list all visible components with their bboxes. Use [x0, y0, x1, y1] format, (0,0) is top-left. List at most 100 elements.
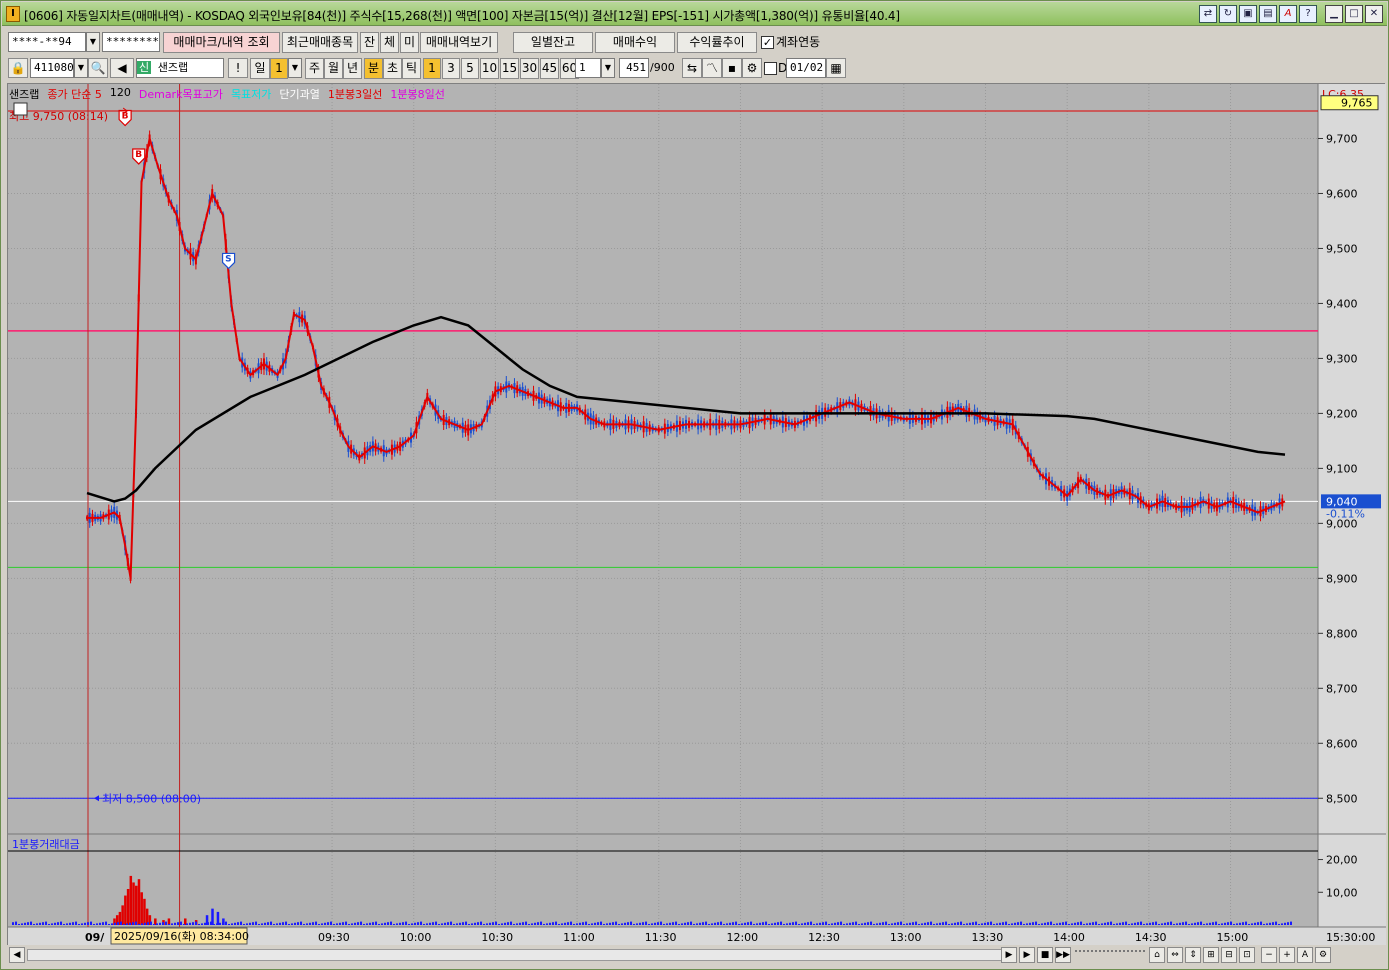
screen-icon[interactable]: ▣: [1239, 5, 1257, 23]
zoom-a-icon[interactable]: ⌂: [1149, 947, 1165, 963]
count-dropdown-icon[interactable]: ▼: [601, 58, 615, 78]
fast-forward-icon[interactable]: ▶▶: [1055, 947, 1071, 963]
font-icon[interactable]: A: [1279, 5, 1297, 23]
period-minute-button[interactable]: 분: [364, 58, 383, 79]
recent-stock-button[interactable]: 최근매매종목: [282, 32, 358, 53]
trade-history-button[interactable]: 매매내역보기: [420, 32, 498, 53]
volume-bar-small: [210, 921, 212, 925]
minimize-button[interactable]: ▁: [1325, 5, 1343, 23]
trade-mark-query-button[interactable]: 매매마크/내역 조회: [163, 32, 280, 53]
legend-item[interactable]: 1분봉3일선: [328, 86, 382, 101]
calendar-icon[interactable]: ▦: [826, 58, 846, 78]
zoom-c-icon[interactable]: ⇕: [1185, 947, 1201, 963]
title-bar[interactable]: I [0606] 자동일지차트(매매내역) - KOSDAQ 외국인보유[84(…: [2, 2, 1387, 26]
tab-unfilled[interactable]: 미: [400, 32, 419, 53]
interval-30-button[interactable]: 30: [520, 58, 539, 79]
price-chart[interactable]: 09:30 10:00 10:30 11:00 11:30 12:00 12:30 13:00…: [8, 84, 1386, 946]
period-week-button[interactable]: 주: [305, 58, 324, 79]
zoom-e-icon[interactable]: ⊟: [1221, 947, 1237, 963]
interval-1-button[interactable]: 1: [423, 58, 441, 79]
volume-bar-small: [1047, 922, 1049, 925]
chart-scrollbar[interactable]: ◀ ▶ ▶ ■ ▶▶ ⌂ ⇔ ⇕ ⊞ ⊟ ⊡ − + A ⚙: [7, 946, 1385, 965]
period-dropdown-icon[interactable]: ▼: [288, 58, 302, 78]
price-tick-label: 9,700: [1326, 132, 1358, 145]
period-tick-button[interactable]: 틱: [402, 58, 421, 79]
volume-bar-small: [921, 923, 923, 925]
settings-icon[interactable]: ⚙: [742, 58, 762, 78]
volume-bar-small: [429, 922, 431, 925]
volume-bar-small: [918, 924, 920, 925]
volume-bar-small: [351, 923, 353, 925]
close-button[interactable]: ✕: [1365, 5, 1383, 23]
alert-icon[interactable]: !: [228, 58, 248, 78]
account-input[interactable]: ****-**94: [8, 32, 86, 52]
search-icon[interactable]: 🔍: [88, 58, 108, 78]
scroll-left-icon[interactable]: ◀: [9, 947, 25, 963]
return-trend-button[interactable]: 수익률추이: [677, 32, 757, 53]
volume-bar-small: [888, 924, 890, 925]
scroll-track[interactable]: [27, 949, 1007, 961]
stock-code-dropdown-icon[interactable]: ▼: [74, 58, 88, 78]
zoom-d-icon[interactable]: ⊞: [1203, 947, 1219, 963]
zoom-b-icon[interactable]: ⇔: [1167, 947, 1183, 963]
print-icon[interactable]: ▤: [1259, 5, 1277, 23]
zoom-in-icon[interactable]: +: [1279, 947, 1295, 963]
maximize-button[interactable]: □: [1345, 5, 1363, 23]
tab-filled[interactable]: 체: [380, 32, 399, 53]
zoom-out-icon[interactable]: −: [1261, 947, 1277, 963]
period-month-button[interactable]: 월: [324, 58, 343, 79]
stock-code-input[interactable]: 411080: [30, 58, 74, 78]
period-second-button[interactable]: 초: [383, 58, 402, 79]
legend-item[interactable]: 샌즈랩: [9, 86, 39, 101]
chart-area[interactable]: 09:30 10:00 10:30 11:00 11:30 12:00 12:30 13:00…: [7, 83, 1386, 946]
tab-balance[interactable]: 잔: [360, 32, 379, 53]
chart-window: I [0606] 자동일지차트(매매내역) - KOSDAQ 외국인보유[84(…: [0, 0, 1389, 970]
link-icon[interactable]: ⇄: [1199, 5, 1217, 23]
lock-icon[interactable]: 🔒: [8, 58, 28, 78]
gear-icon[interactable]: ⚙: [1315, 947, 1331, 963]
password-input[interactable]: ********: [102, 32, 160, 52]
interval-5-button[interactable]: 5: [461, 58, 479, 79]
date-checkbox[interactable]: [764, 62, 777, 75]
scroll-right-icon[interactable]: ▶: [1001, 947, 1017, 963]
interval-10-button[interactable]: 10: [480, 58, 499, 79]
date-input[interactable]: 01/02: [786, 58, 826, 78]
volume-bar-small: [258, 924, 260, 925]
font-a-icon[interactable]: A: [1297, 947, 1313, 963]
zoom-slider[interactable]: [1075, 950, 1145, 960]
period-day-value[interactable]: 1: [270, 58, 288, 79]
interval-3-button[interactable]: 3: [442, 58, 460, 79]
legend-item[interactable]: 1분봉8일선: [390, 86, 444, 101]
refresh-icon[interactable]: ↻: [1219, 5, 1237, 23]
volume-bar-small: [327, 922, 329, 925]
save-icon[interactable]: ▪: [722, 58, 742, 78]
tool-chart-icon[interactable]: 〽: [702, 58, 722, 78]
legend-item[interactable]: 목표저가: [231, 86, 271, 101]
legend-item[interactable]: 단기과열: [279, 86, 319, 101]
daily-balance-button[interactable]: 일별잔고: [513, 32, 593, 53]
account-dropdown-icon[interactable]: ▼: [86, 32, 100, 52]
legend-item[interactable]: 종가 단순 5: [47, 86, 101, 101]
interval-45-button[interactable]: 45: [540, 58, 559, 79]
volume-bar-small: [267, 922, 269, 925]
stock-name-field[interactable]: 신 샌즈랩: [136, 58, 224, 78]
count-input[interactable]: 1: [575, 58, 601, 78]
help-icon[interactable]: ?: [1299, 5, 1317, 23]
account-link-checkbox[interactable]: ✓: [761, 36, 774, 49]
grid-menu-icon[interactable]: [13, 102, 28, 116]
period-day-button[interactable]: 일: [250, 58, 270, 79]
scroll-right2-icon[interactable]: ▶: [1019, 947, 1035, 963]
period-year-button[interactable]: 년: [343, 58, 362, 79]
legend-item[interactable]: 120: [110, 86, 131, 100]
tool-arrows-icon[interactable]: ⇆: [682, 58, 702, 78]
stop-icon[interactable]: ■: [1037, 947, 1053, 963]
bar-count-input[interactable]: 451: [619, 58, 649, 78]
speaker-icon[interactable]: ◀: [110, 58, 134, 78]
price-tick-label: 8,900: [1326, 572, 1358, 585]
legend-item[interactable]: Demark목표고가: [139, 86, 223, 101]
volume-bar-small: [1056, 923, 1058, 925]
interval-15-button[interactable]: 15: [500, 58, 519, 79]
volume-bar-small: [225, 921, 227, 925]
trade-profit-button[interactable]: 매매수익: [595, 32, 675, 53]
zoom-f-icon[interactable]: ⊡: [1239, 947, 1255, 963]
